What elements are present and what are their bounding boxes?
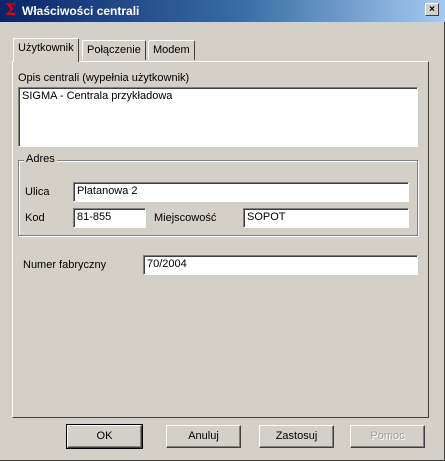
address-group-label: Adres bbox=[24, 153, 57, 165]
close-icon: × bbox=[429, 4, 435, 15]
tab-modem[interactable]: Modem bbox=[148, 40, 195, 60]
tab-polaczenie[interactable]: Połączenie bbox=[82, 40, 146, 60]
properties-dialog: Σ Właściwości centrali × Użytkownik Połą… bbox=[0, 0, 445, 461]
street-value: Platanowa 2 bbox=[77, 185, 138, 197]
serial-value: 70/2004 bbox=[147, 258, 187, 270]
postcode-label: Kod bbox=[25, 212, 45, 224]
description-value: SIGMA - Centrala przykładowa bbox=[22, 90, 173, 102]
apply-button[interactable]: Zastosuj bbox=[259, 425, 334, 448]
postcode-value: 81-855 bbox=[77, 211, 112, 223]
street-field[interactable]: Platanowa 2 bbox=[73, 182, 409, 202]
city-value: SOPOT bbox=[247, 211, 286, 223]
sigma-icon: Σ bbox=[5, 0, 17, 19]
title-bar[interactable]: Σ Właściwości centrali × bbox=[0, 0, 445, 22]
cancel-button[interactable]: Anuluj bbox=[166, 425, 241, 448]
tab-uzytkownik[interactable]: Użytkownik bbox=[13, 38, 79, 62]
city-label: Miejscowość bbox=[154, 212, 217, 224]
help-button[interactable]: Pomoc bbox=[350, 425, 425, 448]
ok-button[interactable]: OK bbox=[66, 424, 143, 449]
city-field[interactable]: SOPOT bbox=[243, 208, 409, 228]
street-label: Ulica bbox=[25, 186, 50, 198]
serial-label: Numer fabryczny bbox=[23, 259, 107, 271]
tab-label: Połączenie bbox=[87, 44, 141, 56]
window-title: Właściwości centrali bbox=[22, 4, 140, 18]
tab-label: Modem bbox=[153, 44, 190, 56]
serial-field[interactable]: 70/2004 bbox=[143, 255, 418, 275]
tab-label: Użytkownik bbox=[18, 42, 74, 54]
close-button[interactable]: × bbox=[425, 3, 439, 16]
description-label: Opis centrali (wypełnia użytkownik) bbox=[18, 72, 190, 84]
tab-panel: Opis centrali (wypełnia użytkownik) SIGM… bbox=[12, 61, 429, 418]
postcode-field[interactable]: 81-855 bbox=[73, 208, 146, 228]
description-textarea[interactable]: SIGMA - Centrala przykładowa bbox=[18, 87, 418, 147]
